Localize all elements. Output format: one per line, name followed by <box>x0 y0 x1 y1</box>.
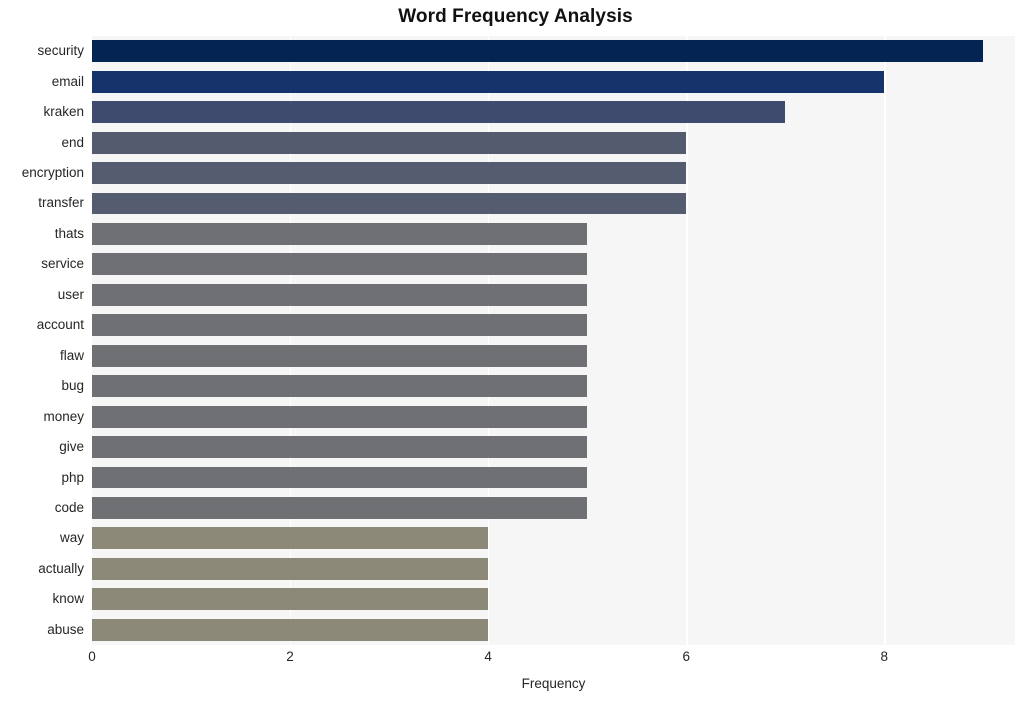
bar-bug[interactable] <box>92 375 588 398</box>
bar-band <box>92 222 1015 245</box>
bar-band <box>92 344 1015 367</box>
plot-area <box>92 36 1015 645</box>
y-tick-label-account: account <box>36 317 84 333</box>
y-tick-label-actually: actually <box>38 560 84 576</box>
bar-transfer[interactable] <box>92 192 687 215</box>
bar-band <box>92 131 1015 154</box>
bar-band <box>92 162 1015 184</box>
bar-band <box>92 70 1015 93</box>
y-tick-label-transfer: transfer <box>38 195 84 211</box>
x-tick-label-4: 4 <box>484 649 492 664</box>
y-tick-label-security: security <box>37 43 84 59</box>
bar-band <box>92 101 1015 124</box>
bar-code[interactable] <box>92 497 588 519</box>
x-tick-label-8: 8 <box>880 649 889 664</box>
y-tick-label-end: end <box>61 134 84 150</box>
y-tick-label-user: user <box>57 286 84 302</box>
y-tick-label-code: code <box>54 499 84 515</box>
y-tick-label-way: way <box>59 530 84 546</box>
bar-band <box>92 497 1015 519</box>
bar-security[interactable] <box>92 40 984 63</box>
bar-band <box>92 618 1015 641</box>
bar-band <box>92 253 1015 276</box>
bar-php[interactable] <box>92 466 588 489</box>
bar-band <box>92 40 1015 63</box>
y-tick-label-encryption: encryption <box>21 165 84 181</box>
y-axis-tick-labels: security email kraken end encryption transfer… <box>0 36 84 645</box>
bar-band <box>92 527 1015 550</box>
x-axis-title: Frequency <box>521 676 586 691</box>
y-tick-label-php: php <box>61 469 84 485</box>
bar-know[interactable] <box>92 588 489 611</box>
bar-way[interactable] <box>92 527 489 550</box>
bar-end[interactable] <box>92 131 687 154</box>
bar-account[interactable] <box>92 314 588 337</box>
page-title: Word Frequency Analysis <box>398 6 633 27</box>
y-tick-label-email: email <box>51 73 84 89</box>
x-tick-label-6: 6 <box>682 649 690 664</box>
chart-figure: Word Frequency Analysis security email kra… <box>0 0 1031 701</box>
bar-money[interactable] <box>92 405 588 428</box>
bar-abuse[interactable] <box>92 618 489 641</box>
bar-email[interactable] <box>92 70 885 93</box>
bar-actually[interactable] <box>92 557 489 580</box>
y-tick-label-thats: thats <box>54 225 84 241</box>
y-tick-label-flaw: flaw <box>59 347 84 363</box>
y-tick-label-money: money <box>43 408 84 424</box>
bar-encryption[interactable] <box>92 162 687 184</box>
bar-band <box>92 283 1015 306</box>
bar-band <box>92 557 1015 580</box>
bar-band <box>92 405 1015 428</box>
bar-band <box>92 436 1015 459</box>
y-tick-label-abuse: abuse <box>47 621 84 637</box>
y-tick-label-service: service <box>41 256 84 272</box>
bar-user[interactable] <box>92 283 588 306</box>
bar-band <box>92 588 1015 611</box>
bar-thats[interactable] <box>92 222 588 245</box>
x-tick-label-2: 2 <box>286 649 294 664</box>
bars-layer <box>92 36 1015 645</box>
bar-band <box>92 466 1015 489</box>
bar-service[interactable] <box>92 253 588 276</box>
bar-band <box>92 314 1015 337</box>
x-tick-label-0: 0 <box>88 649 96 664</box>
bar-give[interactable] <box>92 436 588 459</box>
bar-band <box>92 375 1015 398</box>
y-tick-label-know: know <box>52 591 84 607</box>
y-tick-label-give: give <box>59 439 84 455</box>
y-tick-label-kraken: kraken <box>43 104 84 120</box>
bar-band <box>92 192 1015 215</box>
y-tick-label-bug: bug <box>61 378 84 394</box>
bar-kraken[interactable] <box>92 101 786 124</box>
bar-flaw[interactable] <box>92 344 588 367</box>
